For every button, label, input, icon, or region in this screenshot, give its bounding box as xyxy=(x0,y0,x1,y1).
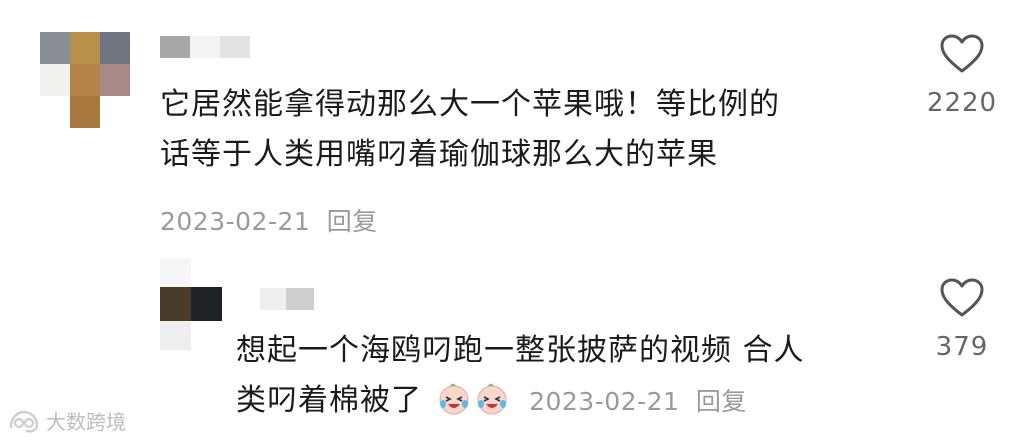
reply-button[interactable]: 回复 xyxy=(696,387,747,416)
watermark-logo-icon xyxy=(9,410,39,432)
comment-body: 它居然能拿得动那么大一个苹果哦！等比例的 话等于人类用嘴叼着瑜伽球那么大的苹果 xyxy=(160,80,880,180)
like-count: 379 xyxy=(935,332,989,362)
comment-date: 2023-02-21 xyxy=(529,387,680,416)
crying-laughing-emoji-icon xyxy=(439,383,469,415)
watermark: 大数跨境 xyxy=(8,406,126,435)
comment-line: 话等于人类用嘴叼着瑜伽球那么大的苹果 xyxy=(160,137,718,172)
avatar[interactable] xyxy=(40,32,130,128)
comment-line-with-meta: 类叼着棉被了 2023-02-21 回复 xyxy=(236,376,896,427)
comment-line: 想起一个海鸥叼跑一整张披萨的视频 合人 xyxy=(236,333,805,368)
comment-meta: 2023-02-21 回复 xyxy=(529,387,747,416)
username-blurred[interactable] xyxy=(160,36,250,58)
comment-thread: 它居然能拿得动那么大一个苹果哦！等比例的 话等于人类用嘴叼着瑜伽球那么大的苹果 … xyxy=(0,0,1024,442)
comment-line: 它居然能拿得动那么大一个苹果哦！等比例的 xyxy=(160,87,780,122)
like-button[interactable]: 2220 xyxy=(914,34,1010,118)
username-blurred[interactable] xyxy=(236,288,314,310)
watermark-text: 大数跨境 xyxy=(46,410,126,434)
like-button[interactable]: 379 xyxy=(914,278,1010,362)
comment-body: 想起一个海鸥叼跑一整张披萨的视频 合人 类叼着棉被了 2023-02-21 回复 xyxy=(236,326,896,427)
reply-button[interactable]: 回复 xyxy=(327,207,378,236)
comment-meta: 2023-02-21 回复 xyxy=(160,202,378,238)
heart-outline-icon[interactable] xyxy=(940,34,984,74)
heart-outline-icon[interactable] xyxy=(940,278,984,318)
comment-date: 2023-02-21 xyxy=(160,207,311,236)
avatar[interactable] xyxy=(160,258,222,350)
crying-laughing-emoji-icon xyxy=(477,383,507,415)
like-count: 2220 xyxy=(926,88,998,118)
comment-line: 类叼着棉被了 xyxy=(236,383,422,418)
